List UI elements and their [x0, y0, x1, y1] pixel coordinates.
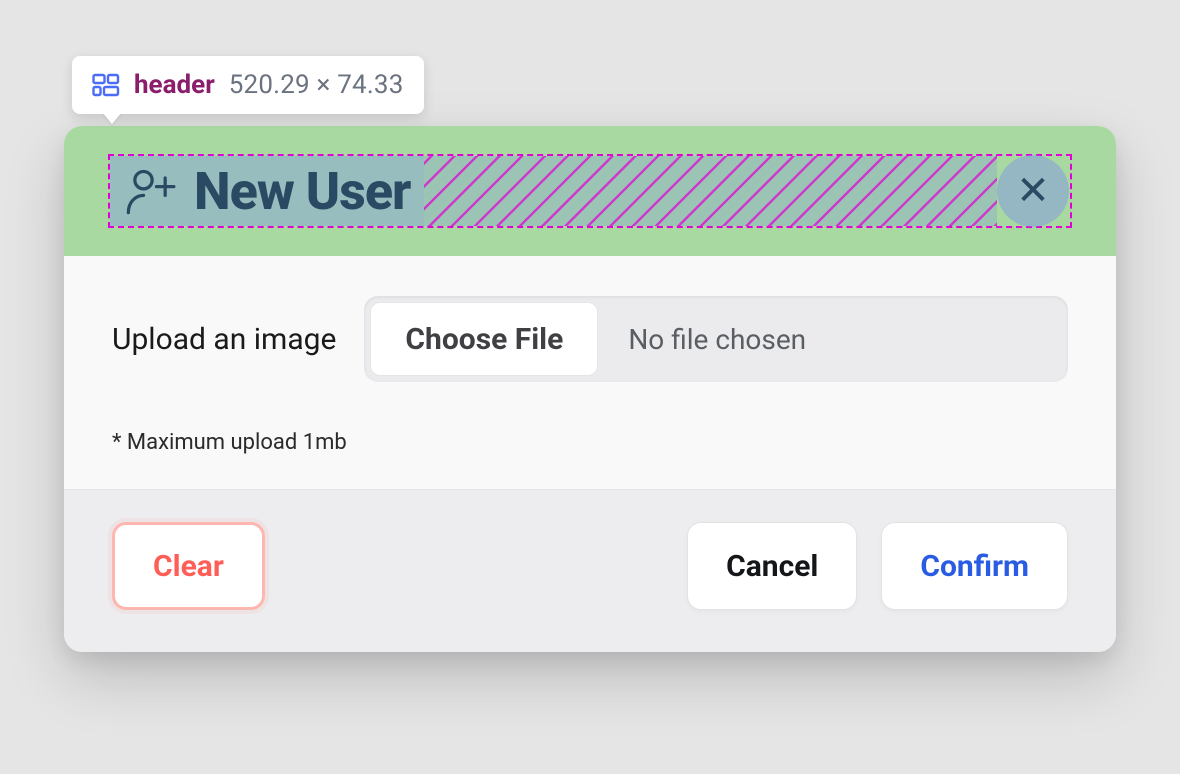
upload-row: Upload an image Choose File No file chos… — [112, 296, 1068, 382]
add-user-icon — [124, 165, 176, 217]
inspect-dimensions: 520.29 × 74.33 — [229, 70, 404, 100]
upload-hint: * Maximum upload 1mb — [112, 430, 1068, 455]
file-input[interactable]: Choose File No file chosen — [364, 296, 1068, 382]
modal-title: New User — [194, 161, 410, 222]
inspect-tooltip: header 520.29 × 74.33 — [72, 56, 424, 114]
modal-header: New User ✕ — [108, 154, 1072, 228]
cancel-button[interactable]: Cancel — [687, 522, 857, 610]
choose-file-button[interactable]: Choose File — [370, 302, 598, 376]
close-icon: ✕ — [1016, 171, 1050, 211]
header-left-group: New User — [110, 156, 424, 226]
file-status-text: No file chosen — [598, 302, 1062, 376]
close-button[interactable]: ✕ — [997, 155, 1069, 227]
modal-header-margin-overlay: New User ✕ — [64, 126, 1116, 256]
modal-footer: Clear Cancel Confirm — [64, 489, 1116, 652]
modal-body: Upload an image Choose File No file chos… — [64, 256, 1116, 489]
inspect-element-name: header — [134, 70, 215, 100]
clear-button[interactable]: Clear — [112, 522, 265, 610]
upload-label: Upload an image — [112, 322, 336, 357]
new-user-modal: New User ✕ Upload an image Choose File N… — [64, 126, 1116, 652]
flex-layout-icon — [92, 73, 120, 97]
flex-gap-overlay — [424, 156, 997, 226]
confirm-button[interactable]: Confirm — [881, 522, 1068, 610]
